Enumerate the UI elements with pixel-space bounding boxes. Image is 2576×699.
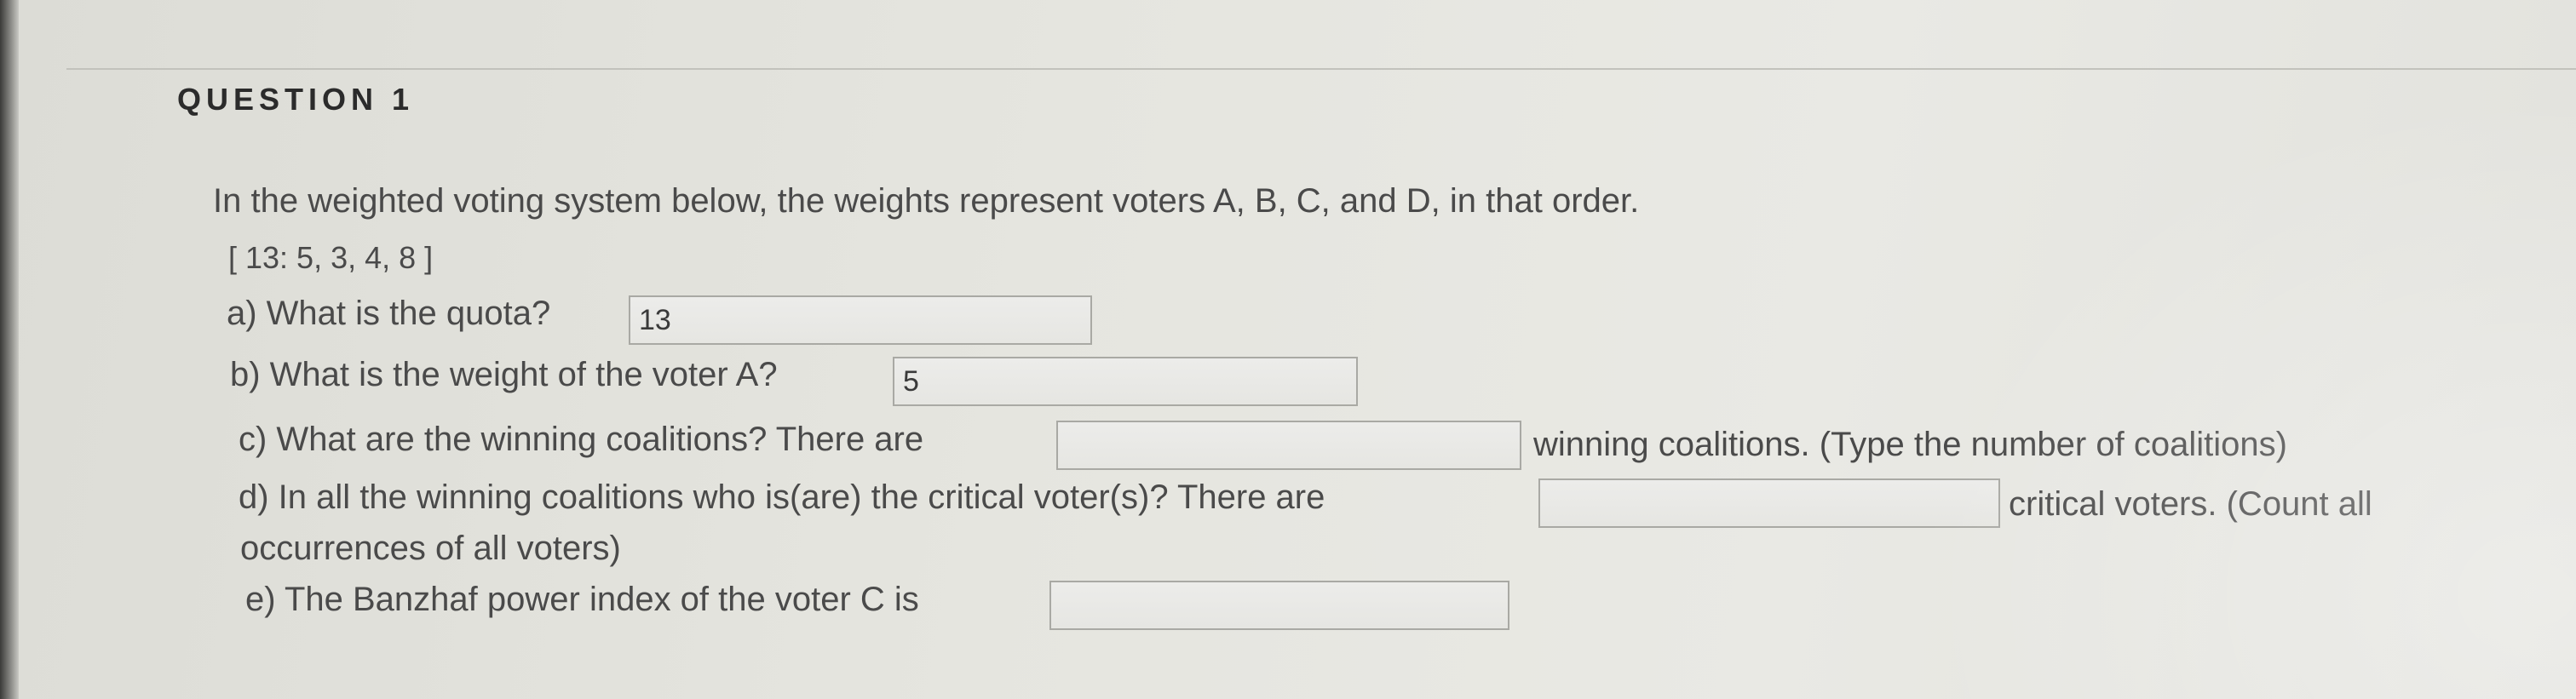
voting-system: [ 13: 5, 3, 4, 8 ]	[228, 240, 434, 275]
banzhaf-index-input[interactable]	[1049, 581, 1509, 630]
weight-a-input[interactable]	[893, 357, 1358, 406]
part-d-suffix: critical voters. (Count all	[2009, 485, 2372, 523]
quota-input[interactable]	[629, 295, 1092, 345]
part-d-suffix-line2: occurrences of all voters)	[240, 530, 621, 567]
screen: QUESTION 1 In the weighted voting system…	[0, 0, 2576, 699]
part-d-prompt: d) In all the winning coalitions who is(…	[239, 478, 1325, 516]
part-a-prompt: a) What is the quota?	[227, 295, 551, 332]
monitor-bezel	[0, 0, 19, 699]
part-c-prompt: c) What are the winning coalitions? Ther…	[239, 421, 924, 458]
divider	[66, 68, 2576, 70]
question-intro: In the weighted voting system below, the…	[213, 182, 1640, 220]
question-title: QUESTION 1	[177, 82, 415, 117]
screen-glare	[1809, 0, 2576, 699]
part-e-prompt: e) The Banzhaf power index of the voter …	[245, 581, 919, 618]
part-c-suffix: winning coalitions. (Type the number of …	[1533, 426, 2287, 463]
winning-coalitions-input[interactable]	[1056, 421, 1521, 470]
critical-voters-input[interactable]	[1538, 478, 2000, 528]
part-b-prompt: b) What is the weight of the voter A?	[230, 356, 778, 393]
